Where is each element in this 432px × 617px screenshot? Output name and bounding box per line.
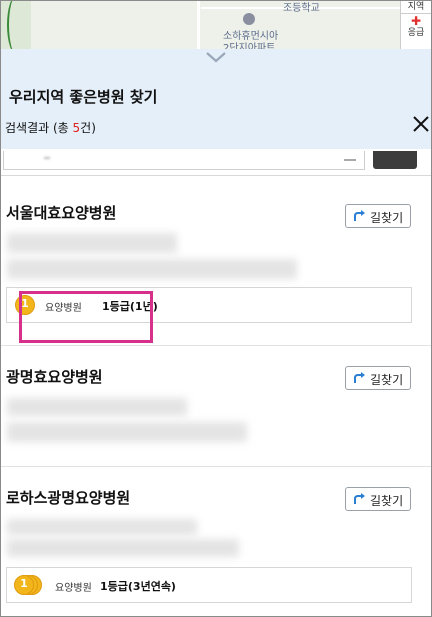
turn-right-arrow-icon xyxy=(354,210,365,221)
map-trail xyxy=(7,1,27,49)
directions-button[interactable]: 길찾기 xyxy=(345,487,411,511)
result-count-number: 5 xyxy=(72,121,81,135)
app-frame: 조등학교 소하휴먼시아 2단지아파트 지역 ✚ 응급 우리지역 좋은병원 찾기 … xyxy=(0,0,432,617)
panel-title: 우리지역 좋은병원 찾기 xyxy=(9,88,158,106)
plus-cross-icon[interactable]: ✚ xyxy=(401,14,431,28)
turn-right-arrow-icon xyxy=(354,372,365,383)
map-side-top-button[interactable]: 지역 xyxy=(401,1,431,14)
result-count: 검색결과 (총 5건) xyxy=(5,119,96,136)
phone-blurred xyxy=(7,539,239,557)
map-view[interactable]: 조등학교 소하휴먼시아 2단지아파트 지역 ✚ 응급 xyxy=(1,1,431,49)
hospital-item[interactable]: 광명효요양병원 길찾기 xyxy=(1,346,431,467)
map-school-label: 조등학교 xyxy=(283,3,320,14)
close-icon xyxy=(413,116,429,132)
search-input[interactable] xyxy=(3,151,365,170)
directions-label: 길찾기 xyxy=(370,211,404,225)
search-button[interactable] xyxy=(373,151,417,169)
result-panel-header: 우리지역 좋은병원 찾기 검색결과 (총 5건) xyxy=(1,49,431,149)
medal-number: 1 xyxy=(20,577,28,590)
hospital-item[interactable]: 로하스광명요양병원 길찾기 1 요양병원 1등급(3년연속) xyxy=(1,467,431,616)
clear-icon[interactable] xyxy=(344,159,356,161)
building-icon xyxy=(243,13,255,25)
address-blurred xyxy=(7,233,177,253)
directions-label: 길찾기 xyxy=(370,494,404,508)
map-road xyxy=(197,1,200,49)
hospital-name[interactable]: 로하스광명요양병원 xyxy=(6,487,130,508)
map-side-controls: 지역 ✚ 응급 xyxy=(400,1,431,49)
directions-button[interactable]: 길찾기 xyxy=(345,204,411,228)
chevron-down-icon xyxy=(206,52,226,63)
medal-icon: 1 xyxy=(14,575,34,595)
result-count-suffix: 건) xyxy=(80,121,96,135)
hospital-name[interactable]: 서울대효요양병원 xyxy=(6,202,116,223)
close-button[interactable] xyxy=(410,113,431,135)
highlight-box xyxy=(19,291,153,343)
search-input-text xyxy=(44,157,50,159)
directions-label: 길찾기 xyxy=(370,373,404,387)
phone-blurred xyxy=(7,422,247,442)
grade-box: 1 요양병원 1등급(3년연속) xyxy=(6,567,412,603)
directions-button[interactable]: 길찾기 xyxy=(345,366,411,390)
hospital-name[interactable]: 광명효요양병원 xyxy=(6,366,103,387)
result-count-prefix: 검색결과 (총 xyxy=(5,121,73,135)
turn-right-arrow-icon xyxy=(354,493,365,504)
hospital-list: 서울대효요양병원 길찾기 1 요양병원 1등급(1년) 광명효요양병원 길찾기 … xyxy=(1,185,431,616)
collapse-panel-button[interactable] xyxy=(204,49,228,67)
search-row xyxy=(1,149,431,176)
map-place-label-2: 2단지아파트 xyxy=(223,43,276,49)
grade-value: 1등급(3년연속) xyxy=(100,580,176,593)
emergency-label[interactable]: 응급 xyxy=(401,28,431,39)
hospital-item[interactable]: 서울대효요양병원 길찾기 1 요양병원 1등급(1년) xyxy=(1,185,431,346)
address-blurred xyxy=(7,519,197,535)
phone-blurred xyxy=(7,259,297,279)
address-blurred xyxy=(7,398,187,416)
grade-type: 요양병원 xyxy=(55,583,92,594)
